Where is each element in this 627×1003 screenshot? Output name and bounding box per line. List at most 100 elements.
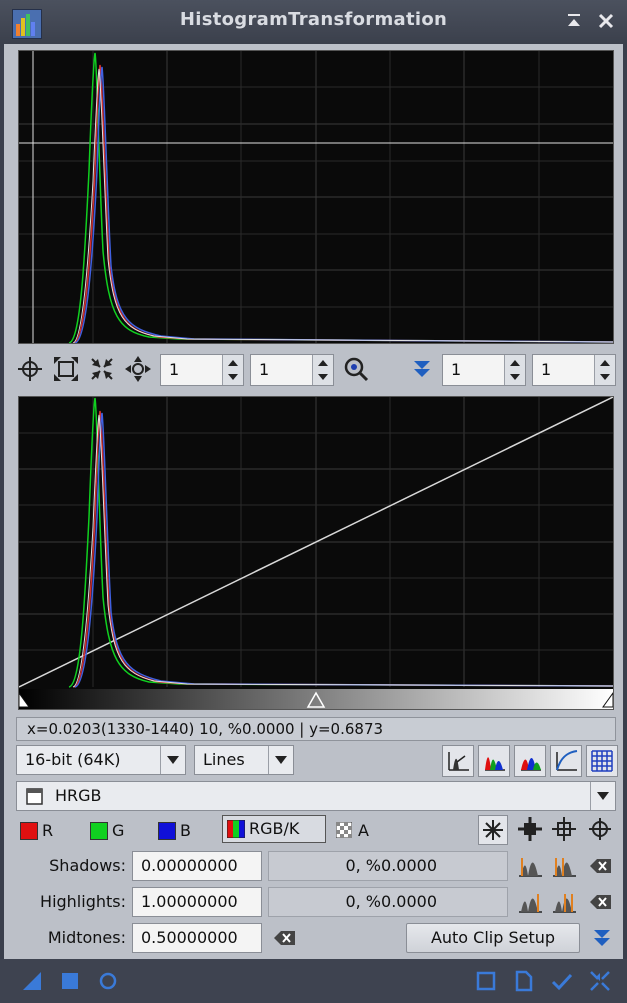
transfer-function-plot[interactable] bbox=[18, 396, 614, 710]
blue-channel-curve bbox=[74, 66, 613, 343]
spin-arrows[interactable] bbox=[504, 355, 525, 385]
midtones-label: Midtones: bbox=[47, 928, 126, 947]
reject-icon[interactable] bbox=[442, 745, 474, 777]
view-icon bbox=[26, 788, 43, 805]
resolution-value: 16-bit (64K) bbox=[25, 750, 121, 769]
new-instance-icon[interactable] bbox=[20, 969, 44, 993]
transfer-function-graph bbox=[19, 397, 613, 709]
midtones-reset-icon[interactable] bbox=[270, 924, 298, 952]
checker-swatch bbox=[336, 822, 352, 838]
red-channel-curve bbox=[73, 410, 613, 688]
document-icon[interactable] bbox=[512, 969, 536, 993]
view-select[interactable]: HRGB bbox=[16, 781, 616, 811]
channel-rgbk-toggle[interactable]: RGB/K bbox=[222, 815, 326, 843]
highlights-clip-readout: 0, %0.0000 bbox=[268, 887, 508, 917]
green-channel-curve bbox=[68, 52, 613, 343]
select-icon[interactable] bbox=[516, 815, 544, 843]
histogram-color-icon[interactable] bbox=[478, 745, 510, 777]
expand-icon[interactable] bbox=[408, 355, 436, 383]
green-swatch bbox=[90, 822, 108, 840]
reset-icon[interactable] bbox=[478, 815, 508, 845]
shadows-auto-icon[interactable] bbox=[516, 852, 544, 880]
zoom-fit-icon[interactable] bbox=[52, 355, 80, 383]
shadows-label: Shadows: bbox=[49, 856, 126, 875]
highlights-clip-text: 0, %0.0000 bbox=[345, 892, 437, 911]
channel-r-toggle[interactable]: R bbox=[20, 821, 60, 841]
spin-arrows[interactable] bbox=[594, 355, 615, 385]
red-swatch bbox=[20, 822, 38, 840]
shadows-input[interactable]: 0.00000000 bbox=[132, 851, 262, 881]
apply-global-icon[interactable] bbox=[58, 969, 82, 993]
chevron-down-icon bbox=[268, 746, 293, 774]
close-icon[interactable] bbox=[595, 10, 617, 32]
histogram-toolbar: 1 1 1 1 bbox=[16, 352, 616, 388]
midtones-value: 0.50000000 bbox=[141, 928, 238, 947]
view-value: HRGB bbox=[55, 786, 102, 805]
pointer-icon[interactable] bbox=[550, 815, 578, 843]
input-histogram-plot[interactable] bbox=[18, 50, 614, 344]
vertical-zoom-value: 1 bbox=[259, 360, 270, 379]
shadows-value: 0.00000000 bbox=[141, 856, 238, 875]
grid-icon[interactable] bbox=[586, 745, 618, 777]
zoom-out-icon[interactable] bbox=[88, 355, 116, 383]
output-horizontal-zoom-value: 1 bbox=[451, 360, 462, 379]
resolution-select[interactable]: 16-bit (64K) bbox=[16, 745, 186, 775]
auto-clip-setup-label: Auto Clip Setup bbox=[430, 928, 556, 947]
output-vertical-zoom-value: 1 bbox=[541, 360, 552, 379]
vertical-zoom-spinbox[interactable]: 1 bbox=[250, 354, 334, 386]
channel-g-label: G bbox=[112, 821, 125, 840]
chevron-down-icon bbox=[590, 782, 615, 810]
highlights-input[interactable]: 1.00000000 bbox=[132, 887, 262, 917]
highlights-label: Highlights: bbox=[40, 892, 126, 911]
expand-icon[interactable] bbox=[588, 924, 616, 952]
cursor-readout-text: x=0.0203(1330-1440) 10, %0.0000 | y=0.68… bbox=[27, 720, 384, 738]
red-channel-curve bbox=[73, 64, 613, 343]
apply-icon[interactable] bbox=[550, 969, 574, 993]
channel-a-label: A bbox=[358, 821, 369, 840]
auto-clip-setup-button[interactable]: Auto Clip Setup bbox=[406, 923, 580, 953]
target-icon[interactable] bbox=[586, 815, 614, 843]
blue-channel-curve bbox=[74, 412, 613, 688]
channel-r-label: R bbox=[42, 821, 54, 840]
shade-icon[interactable] bbox=[563, 10, 585, 32]
zoom-icon[interactable] bbox=[342, 355, 370, 383]
channel-a-toggle[interactable]: A bbox=[336, 821, 376, 841]
shadows-clip-icon[interactable] bbox=[550, 852, 578, 880]
midtones-input[interactable]: 0.50000000 bbox=[132, 923, 262, 953]
window-title: HistogramTransformation bbox=[179, 9, 448, 30]
horizontal-zoom-spinbox[interactable]: 1 bbox=[160, 354, 244, 386]
spin-arrows[interactable] bbox=[312, 355, 333, 385]
channel-b-toggle[interactable]: B bbox=[158, 821, 198, 841]
rgb-swatch bbox=[227, 820, 245, 838]
blue-swatch bbox=[158, 822, 176, 840]
real-time-preview-icon[interactable] bbox=[96, 969, 120, 993]
cursor-readout: x=0.0203(1330-1440) 10, %0.0000 | y=0.68… bbox=[16, 717, 616, 741]
channel-rgbk-label: RGB/K bbox=[249, 819, 300, 838]
preview-icon[interactable] bbox=[474, 969, 498, 993]
highlights-value: 1.00000000 bbox=[141, 892, 238, 911]
input-histogram-graph bbox=[19, 51, 613, 343]
channel-b-label: B bbox=[180, 821, 191, 840]
spin-arrows[interactable] bbox=[222, 355, 243, 385]
graph-style-select[interactable]: Lines bbox=[194, 745, 294, 775]
shadows-reset-icon[interactable] bbox=[586, 852, 614, 880]
output-vertical-zoom-spinbox[interactable]: 1 bbox=[532, 354, 616, 386]
highlights-clip-icon[interactable] bbox=[550, 888, 578, 916]
reset-all-icon[interactable] bbox=[588, 969, 612, 993]
pan-icon[interactable] bbox=[124, 355, 152, 383]
horizontal-zoom-value: 1 bbox=[169, 360, 180, 379]
highlights-reset-icon[interactable] bbox=[586, 888, 614, 916]
shadows-clip-text: 0, %0.0000 bbox=[345, 856, 437, 875]
luminance-curve bbox=[72, 414, 613, 688]
chevron-down-icon bbox=[160, 746, 185, 774]
shadows-clip-readout: 0, %0.0000 bbox=[268, 851, 508, 881]
title-bar[interactable]: HistogramTransformation bbox=[0, 0, 627, 44]
channel-g-toggle[interactable]: G bbox=[90, 821, 130, 841]
graph-style-value: Lines bbox=[203, 750, 245, 769]
process-control-bar bbox=[0, 959, 627, 1003]
crosshair-icon[interactable] bbox=[16, 355, 44, 383]
output-horizontal-zoom-spinbox[interactable]: 1 bbox=[442, 354, 526, 386]
curve-icon[interactable] bbox=[550, 745, 582, 777]
histogram-combined-icon[interactable] bbox=[514, 745, 546, 777]
highlights-auto-icon[interactable] bbox=[516, 888, 544, 916]
